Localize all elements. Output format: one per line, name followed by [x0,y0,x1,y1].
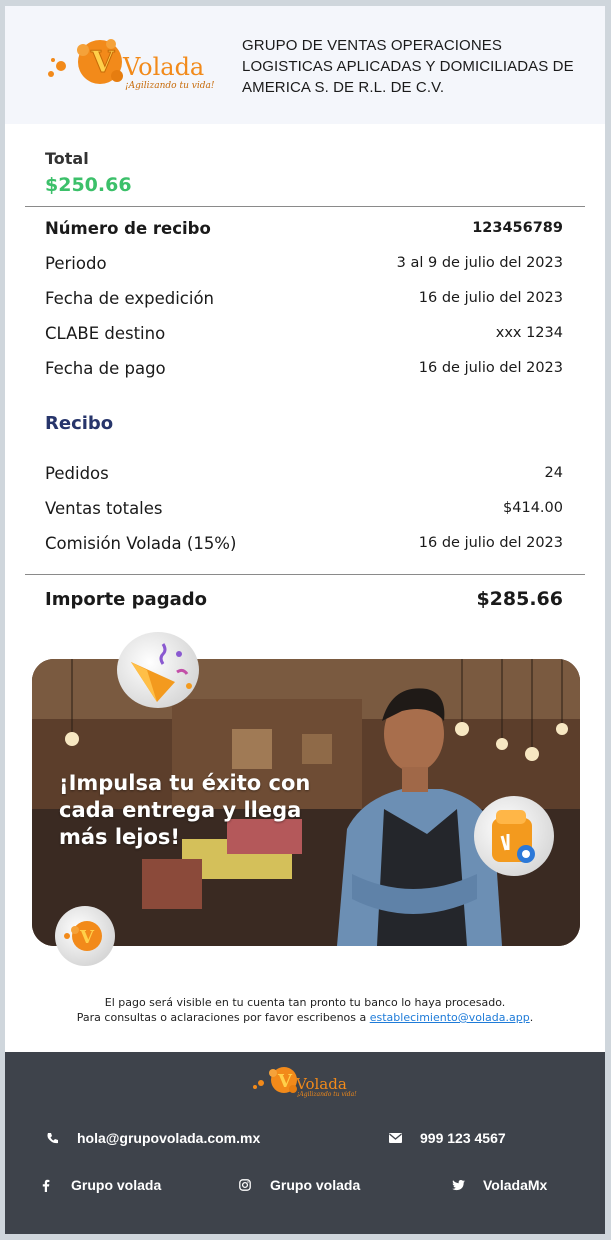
svg-text:V: V [277,1071,293,1092]
amount-paid-value: $285.66 [476,588,563,610]
footer-email-text: hola@grupovolada.com.mx [77,1130,261,1146]
receipt-section-title: Recibo [45,413,114,434]
detail-label: Fecha de expedición [45,288,215,308]
footer-instagram[interactable]: Grupo volada [238,1177,360,1193]
svg-text:V: V [90,45,115,80]
banner-headline: ¡Impulsa tu éxito con cada entrega y lle… [59,771,311,849]
divider [25,574,585,575]
receipt-label: Ventas totales [45,498,163,518]
footer: V Volada ¡Agilizando tu vida! hola@grupo… [5,1052,605,1234]
footer-phone-text: 999 123 4567 [420,1130,506,1146]
payment-note: El pago será visible en tu cuenta tan pr… [5,995,605,1025]
detail-label: Fecha de pago [45,358,166,378]
note-line-1: El pago será visible en tu cuenta tan pr… [104,996,506,1009]
detail-value: 16 de julio del 2023 [418,360,563,376]
receipt-row-total-sales: Ventas totales $414.00 [45,496,563,520]
detail-value: 16 de julio del 2023 [418,290,563,306]
receipt-email: V Volada ¡Agilizando tu vida! GRUPO DE V… [5,6,605,1234]
volada-logo-badge: V [55,906,115,966]
company-name: GRUPO DE VENTAS OPERACIONES LOGISTICAS A… [242,37,574,96]
svg-text:Volada: Volada [122,53,204,81]
footer-facebook-text: Grupo volada [71,1177,162,1193]
footer-instagram-text: Grupo volada [270,1177,361,1193]
detail-row-clabe: CLABE destino xxx 1234 [45,321,563,345]
amount-paid-row: Importe pagado $285.66 [45,586,563,612]
delivery-bag-icon [492,810,535,863]
detail-value: 3 al 9 de julio del 2023 [396,255,563,271]
phone-icon [45,1131,59,1145]
divider [25,206,585,207]
amount-paid-label: Importe pagado [45,588,207,610]
volada-mark-icon: V [64,921,102,951]
receipt-value: 16 de julio del 2023 [418,535,563,551]
volada-logo: V Volada ¡Agilizando tu vida! [48,39,215,91]
delivery-bag-badge [474,796,554,876]
receipt-row-commission: Comisión Volada (15%) 16 de julio del 20… [45,531,563,555]
facebook-icon [39,1178,53,1192]
footer-twitter[interactable]: VoladaMx [451,1177,547,1193]
receipt-value: $414.00 [503,500,563,516]
detail-value: xxx 1234 [495,325,563,341]
twitter-icon [451,1178,465,1192]
envelope-icon [388,1131,402,1145]
note-prefix: Para consultas o aclaraciones por favor … [76,1011,370,1024]
detail-label: Número de recibo [45,218,211,238]
svg-text:¡Agilizando tu vida!: ¡Agilizando tu vida! [125,81,215,91]
instagram-icon [238,1178,252,1192]
detail-label: CLABE destino [45,323,166,343]
svg-text:V: V [79,927,95,948]
header: V Volada ¡Agilizando tu vida! GRUPO DE V… [5,6,605,124]
footer-volada-logo: V Volada ¡Agilizando tu vida! [253,1067,357,1098]
party-popper-badge [117,632,199,708]
receipt-label: Comisión Volada (15%) [45,533,237,553]
note-suffix: . [529,1011,534,1024]
receipt-label: Pedidos [45,463,109,483]
receipt-row-orders: Pedidos 24 [45,461,563,485]
total-value: $250.66 [45,174,132,196]
total-label: Total [45,149,89,168]
detail-row-receipt-number: Número de recibo 123456789 [45,216,563,240]
detail-row-period: Periodo 3 al 9 de julio del 2023 [45,251,563,275]
detail-label: Periodo [45,253,107,273]
footer-twitter-text: VoladaMx [483,1177,548,1193]
support-email-link[interactable]: establecimiento@volada.app [370,1011,530,1024]
footer-email[interactable]: hola@grupovolada.com.mx [45,1130,260,1146]
footer-facebook[interactable]: Grupo volada [39,1177,161,1193]
party-popper-icon [131,643,192,702]
detail-row-issue-date: Fecha de expedición 16 de julio del 2023 [45,286,563,310]
detail-row-payment-date: Fecha de pago 16 de julio del 2023 [45,356,563,380]
receipt-value: 24 [544,465,563,481]
note-line-2: Para consultas o aclaraciones por favor … [5,1010,605,1025]
footer-phone[interactable]: 999 123 4567 [388,1130,506,1146]
svg-text:¡Agilizando tu vida!: ¡Agilizando tu vida! [297,1091,357,1098]
detail-value: 123456789 [472,220,563,236]
